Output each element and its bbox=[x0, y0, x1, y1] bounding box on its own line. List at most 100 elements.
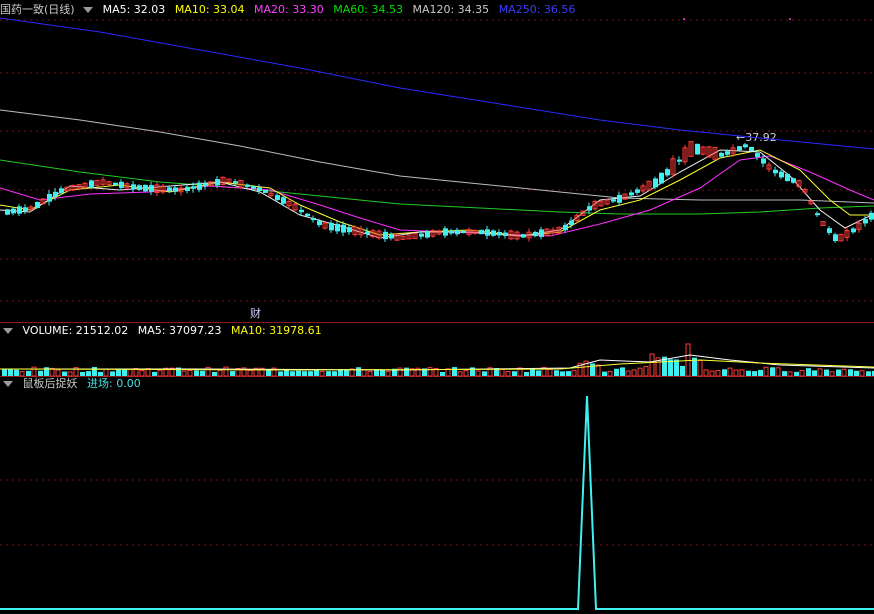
volume-bar bbox=[715, 370, 721, 377]
volume-bar bbox=[739, 369, 745, 377]
candle-body bbox=[773, 169, 778, 174]
volume-bar bbox=[859, 370, 865, 377]
volume-bar bbox=[643, 366, 649, 377]
candle-body bbox=[833, 234, 838, 242]
candle-body bbox=[653, 178, 658, 188]
volume-bar bbox=[80, 371, 85, 376]
candle-body bbox=[185, 186, 190, 191]
volume-bar bbox=[854, 370, 859, 376]
volume-bar bbox=[122, 369, 127, 376]
volume-bar bbox=[703, 369, 709, 377]
volume-bar bbox=[67, 371, 73, 377]
volume-bar bbox=[482, 371, 487, 376]
volume-bar bbox=[554, 370, 559, 376]
indicator-line bbox=[0, 395, 874, 610]
volume-bar bbox=[722, 369, 727, 376]
candle-body bbox=[11, 208, 16, 214]
candle-body bbox=[305, 213, 310, 217]
volume-bar bbox=[836, 369, 841, 376]
candle-body bbox=[347, 227, 352, 233]
volume-bar bbox=[625, 370, 631, 377]
volume-bar bbox=[505, 371, 511, 377]
volume-bar bbox=[385, 370, 391, 377]
volume-bar bbox=[637, 367, 643, 377]
candle-body bbox=[737, 146, 742, 151]
candle-body bbox=[383, 231, 388, 240]
candle-body bbox=[419, 233, 424, 237]
volume-bar bbox=[86, 371, 91, 376]
volume-bar bbox=[332, 371, 337, 376]
candle-body bbox=[869, 212, 874, 220]
candle-body bbox=[263, 190, 268, 193]
chart-canvas[interactable] bbox=[0, 0, 874, 614]
candle-body bbox=[521, 234, 526, 238]
candle-body bbox=[677, 159, 682, 162]
volume-bar bbox=[794, 371, 799, 376]
candle-body bbox=[257, 187, 262, 192]
volume-bar bbox=[278, 371, 283, 376]
volume-bar bbox=[560, 371, 565, 376]
volume-bar bbox=[530, 368, 535, 376]
volume-bar bbox=[841, 368, 847, 377]
volume-bar bbox=[223, 366, 229, 377]
candle-body bbox=[53, 191, 58, 197]
volume-bar bbox=[812, 370, 817, 376]
candle-body bbox=[275, 195, 280, 200]
volume-bar bbox=[775, 367, 781, 377]
candle-body bbox=[203, 183, 208, 187]
volume-bar bbox=[356, 367, 361, 376]
volume-bar bbox=[55, 369, 61, 377]
volume-bar bbox=[463, 370, 469, 377]
volume-bar bbox=[590, 363, 595, 376]
volume-bar bbox=[524, 371, 529, 376]
volume-bar bbox=[26, 370, 31, 376]
candle-body bbox=[695, 143, 700, 155]
volume-bar bbox=[247, 370, 253, 377]
candle-body bbox=[761, 158, 766, 164]
volume-bar bbox=[19, 371, 25, 377]
volume-bar bbox=[824, 369, 829, 376]
candle-body bbox=[497, 232, 502, 236]
candle-body bbox=[563, 224, 568, 231]
volume-bar bbox=[685, 343, 691, 377]
volume-bar bbox=[848, 369, 853, 376]
candle-body bbox=[725, 151, 730, 155]
volume-bar bbox=[2, 369, 7, 376]
volume-bar bbox=[290, 371, 295, 376]
candle-body bbox=[779, 171, 784, 178]
candle-body bbox=[533, 231, 538, 237]
candle-body bbox=[539, 229, 544, 237]
volume-bar bbox=[752, 371, 757, 376]
candle-body bbox=[215, 179, 220, 186]
candle-body bbox=[365, 231, 370, 234]
volume-bar bbox=[452, 367, 457, 376]
candle-body bbox=[587, 206, 592, 211]
marker-dot bbox=[789, 18, 791, 20]
candle-body bbox=[455, 229, 460, 235]
candle-body bbox=[317, 220, 322, 226]
candle-body bbox=[233, 181, 238, 184]
volume-bar bbox=[361, 368, 367, 377]
volume-bar bbox=[440, 371, 445, 376]
candle-body bbox=[719, 152, 724, 157]
volume-bar bbox=[571, 370, 577, 377]
volume-bar bbox=[649, 353, 655, 377]
ma20-line bbox=[0, 155, 874, 237]
candle-body bbox=[341, 224, 346, 233]
volume-bar bbox=[536, 370, 541, 376]
volume-bar bbox=[866, 371, 871, 376]
volume-bar bbox=[787, 371, 793, 377]
candle-body bbox=[749, 147, 754, 151]
candle-body bbox=[35, 201, 40, 209]
candle-body bbox=[785, 173, 790, 182]
volume-bar bbox=[31, 366, 37, 377]
volume-bar bbox=[547, 368, 553, 377]
candle-body bbox=[149, 185, 154, 192]
ma250-line bbox=[0, 17, 874, 150]
volume-bar bbox=[200, 370, 205, 376]
volume-bar bbox=[499, 368, 505, 377]
volume-bar bbox=[763, 366, 769, 377]
volume-bar bbox=[758, 369, 763, 376]
volume-bar bbox=[566, 371, 571, 376]
volume-bar bbox=[806, 368, 811, 376]
